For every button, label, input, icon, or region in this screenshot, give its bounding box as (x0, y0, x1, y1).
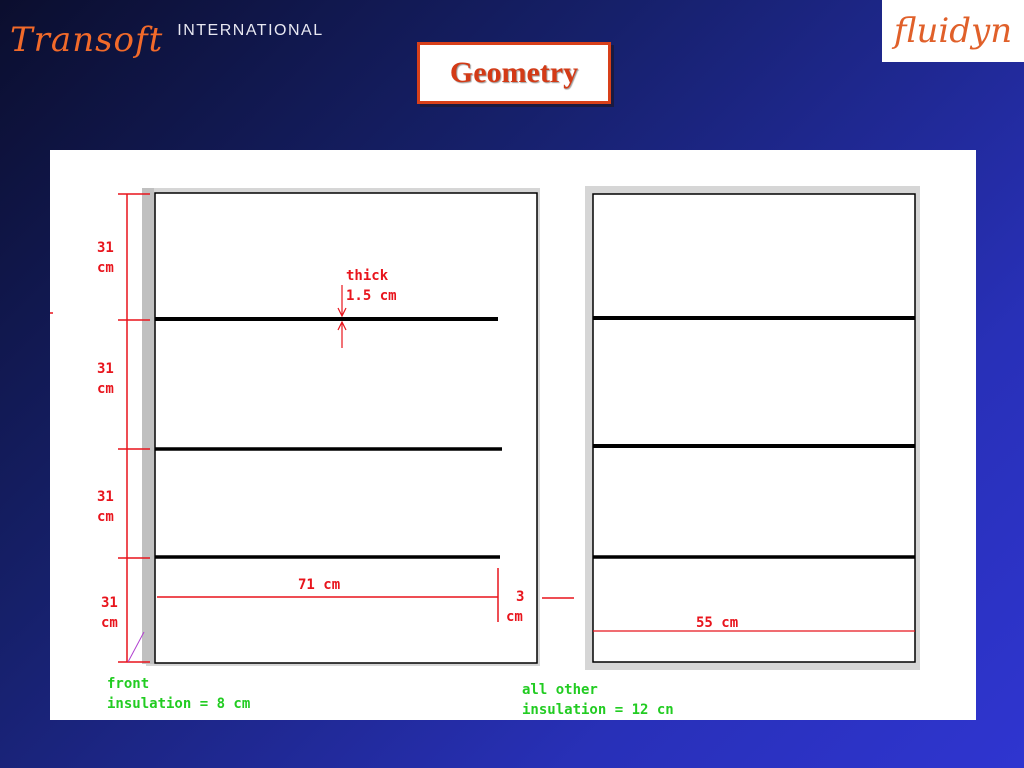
gap-value: 3 (516, 589, 524, 605)
right-cabinet (585, 186, 920, 670)
thickness-label: thick (346, 268, 389, 284)
transoft-logo: Transoft INTERNATIONAL (10, 4, 324, 60)
height-2-unit: cm (97, 381, 114, 397)
front-note-line2: insulation = 8 cm (107, 696, 250, 712)
other-note-line1: all other (522, 682, 598, 698)
height-1-value: 31 (97, 240, 114, 256)
height-3-value: 31 (97, 489, 114, 505)
note-leader (127, 631, 145, 663)
slide-title: Geometry (449, 56, 579, 89)
height-2-value: 31 (97, 361, 114, 377)
geometry-diagram-panel: 31 cm 31 cm 31 cm 31 cm thick 1.5 cm 71 … (50, 150, 976, 720)
height-3-unit: cm (97, 509, 114, 525)
front-note-line1: front (107, 676, 149, 692)
fluidyn-logo: fluidyn (882, 0, 1024, 62)
slide-title-box: Geometry (417, 42, 611, 104)
gap-unit: cm (506, 609, 523, 625)
front-insulation-wall (142, 188, 154, 664)
height-4-unit: cm (101, 615, 118, 631)
left-cabinet-inner (154, 192, 538, 664)
right-cabinet-inner (592, 193, 916, 663)
brand-script: Transoft (10, 20, 164, 60)
brand-subtitle: INTERNATIONAL (177, 22, 324, 39)
right-width-label: 55 cm (696, 615, 738, 631)
height-1-unit: cm (97, 260, 114, 276)
left-cabinet (142, 188, 540, 666)
height-4-value: 31 (101, 595, 118, 611)
other-note-line2: insulation = 12 cn (522, 702, 674, 718)
left-width-label: 71 cm (298, 577, 340, 593)
geometry-diagram: 31 cm 31 cm 31 cm 31 cm thick 1.5 cm 71 … (50, 186, 920, 718)
partner-logo-text: fluidyn (893, 11, 1013, 51)
thickness-value: 1.5 cm (346, 288, 397, 304)
